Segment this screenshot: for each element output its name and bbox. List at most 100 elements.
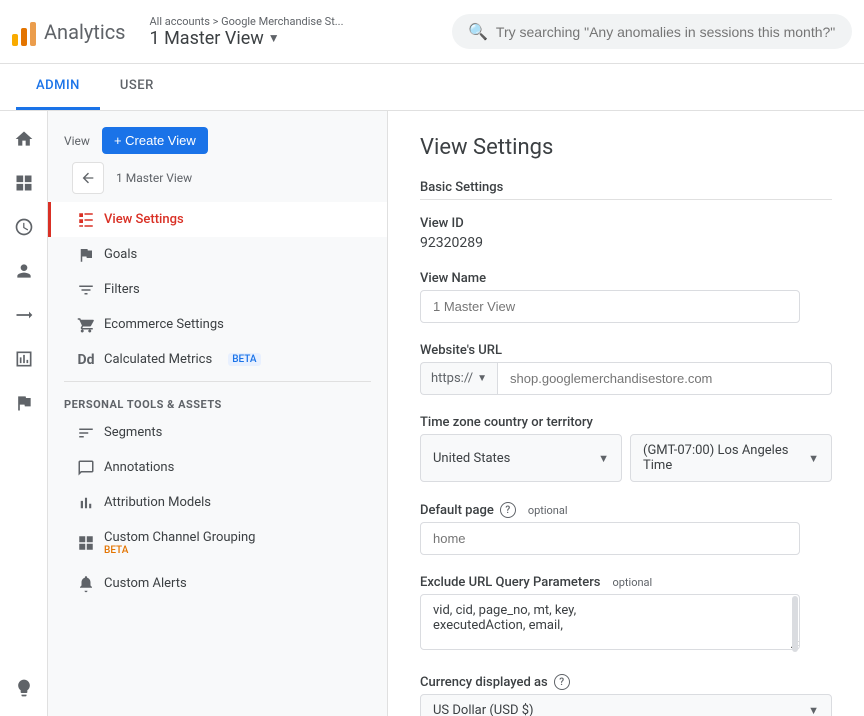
sidebar-icon-home[interactable] (4, 119, 44, 159)
exclude-url-wrapper: vid, cid, page_no, mt, key, executedActi… (420, 594, 800, 654)
account-view-label: 1 Master View (150, 28, 264, 49)
nav-item-view-settings[interactable]: View Settings (48, 202, 387, 237)
default-page-label: Default page ? optional (420, 502, 832, 518)
custom-alerts-icon (76, 574, 96, 594)
logo-bar-1 (12, 34, 18, 46)
nav-item-custom-alerts[interactable]: Custom Alerts (48, 566, 387, 601)
tab-admin[interactable]: ADMIN (16, 64, 100, 110)
nav-item-calculated-metrics[interactable]: Dd Calculated Metrics BETA (48, 342, 387, 377)
goals-icon (76, 245, 96, 265)
timezone-tz-dropdown-icon: ▼ (808, 452, 819, 465)
url-main-input[interactable] (497, 362, 832, 395)
logo-bar-3 (30, 22, 36, 46)
timezone-group: Time zone country or territory United St… (420, 415, 832, 482)
custom-alerts-label: Custom Alerts (104, 576, 187, 591)
sidebar-icon-behavior[interactable] (4, 339, 44, 379)
search-input[interactable] (496, 24, 836, 40)
sidebar-icon-dashboard[interactable] (4, 163, 44, 203)
default-page-input[interactable] (420, 522, 800, 555)
ecommerce-icon (76, 315, 96, 335)
view-id-group: View ID 92320289 (420, 216, 832, 251)
search-icon: 🔍 (468, 22, 488, 41)
search-bar[interactable]: 🔍 (452, 14, 852, 49)
url-prefix[interactable]: https:// ▼ (420, 362, 497, 395)
right-panel: View Settings Basic Settings View ID 923… (388, 111, 864, 716)
segments-icon (76, 423, 96, 443)
exclude-url-optional: optional (612, 576, 652, 589)
middle-panel: View + Create View 1 Master View View Se… (48, 111, 388, 716)
filters-icon (76, 280, 96, 300)
segments-label: Segments (104, 425, 162, 440)
timezone-country-dropdown-icon: ▼ (598, 452, 609, 465)
nav-section: View Settings Goals Filters Ecommerce Se… (48, 202, 387, 716)
account-info: All accounts > Google Merchandise St... … (150, 15, 344, 49)
currency-label: Currency displayed as ? (420, 674, 832, 690)
timezone-country-value: United States (433, 451, 510, 466)
back-button[interactable] (72, 162, 104, 194)
logo-title: Analytics (44, 20, 126, 44)
nav-item-goals[interactable]: Goals (48, 237, 387, 272)
annotations-icon (76, 458, 96, 478)
timezone-country-select[interactable]: United States ▼ (420, 434, 622, 482)
view-name-input[interactable] (420, 290, 800, 323)
tab-user[interactable]: USER (100, 64, 174, 110)
timezone-select-group: United States ▼ (GMT-07:00) Los Angeles … (420, 434, 832, 482)
logo-bar-2 (21, 28, 27, 46)
textarea-scrollbar (792, 596, 798, 652)
personal-section-header: PERSONAL TOOLS & ASSETS (48, 386, 387, 415)
website-url-label: Website's URL (420, 343, 832, 358)
filters-label: Filters (104, 282, 140, 297)
sidebar-icon-bulb[interactable] (4, 668, 44, 708)
default-page-group: Default page ? optional (420, 502, 832, 555)
channel-grouping-icon (76, 533, 96, 553)
currency-value: US Dollar (USD $) (433, 703, 534, 716)
timezone-tz-value: (GMT-07:00) Los Angeles Time (643, 443, 808, 473)
logo-icon (12, 18, 36, 46)
nav-item-segments[interactable]: Segments (48, 415, 387, 450)
sidebar-icon-realtime[interactable] (4, 207, 44, 247)
currency-group: Currency displayed as ? US Dollar (USD $… (420, 674, 832, 716)
channel-grouping-label: Custom Channel Grouping BETA (104, 530, 256, 556)
view-id-label: View ID (420, 216, 832, 231)
attribution-icon (76, 493, 96, 513)
default-page-help-icon[interactable]: ? (500, 502, 516, 518)
annotations-label: Annotations (104, 460, 174, 475)
default-page-optional: optional (528, 504, 568, 517)
goals-label: Goals (104, 247, 137, 262)
view-id-value: 92320289 (420, 235, 832, 251)
nav-item-ecommerce[interactable]: Ecommerce Settings (48, 307, 387, 342)
exclude-url-label: Exclude URL Query Parameters optional (420, 575, 832, 590)
view-settings-label: View Settings (104, 212, 184, 227)
exclude-url-textarea[interactable]: vid, cid, page_no, mt, key, executedActi… (420, 594, 800, 650)
timezone-tz-select[interactable]: (GMT-07:00) Los Angeles Time ▼ (630, 434, 832, 482)
view-name-group: View Name (420, 271, 832, 323)
nav-item-filters[interactable]: Filters (48, 272, 387, 307)
account-view-selector[interactable]: 1 Master View ▼ (150, 28, 344, 49)
basic-settings-section: Basic Settings (420, 180, 832, 200)
sidebar-icon-audience[interactable] (4, 251, 44, 291)
sidebar-icon-acquisition[interactable] (4, 295, 44, 335)
view-name-label: View Name (420, 271, 832, 286)
calculated-metrics-label: Calculated Metrics (104, 352, 212, 367)
topbar: Analytics All accounts > Google Merchand… (0, 0, 864, 64)
url-input-group: https:// ▼ (420, 362, 832, 395)
nav-item-attribution[interactable]: Attribution Models (48, 485, 387, 520)
main-content: View + Create View 1 Master View View Se… (0, 111, 864, 716)
view-name: 1 Master View (104, 171, 192, 185)
nav-divider (64, 381, 371, 382)
currency-help-icon[interactable]: ? (554, 674, 570, 690)
attribution-label: Attribution Models (104, 495, 211, 510)
create-view-button[interactable]: + Create View (102, 127, 208, 154)
timezone-label: Time zone country or territory (420, 415, 832, 430)
view-label: View (64, 134, 90, 148)
exclude-url-group: Exclude URL Query Parameters optional vi… (420, 575, 832, 654)
nav-item-annotations[interactable]: Annotations (48, 450, 387, 485)
middle-header: View + Create View (48, 111, 387, 162)
currency-select[interactable]: US Dollar (USD $) ▼ (420, 694, 832, 716)
sidebar-icon-conversions[interactable] (4, 383, 44, 423)
channel-grouping-beta: BETA (104, 545, 256, 556)
nav-item-channel-grouping[interactable]: Custom Channel Grouping BETA (48, 520, 387, 566)
account-path: All accounts > Google Merchandise St... (150, 15, 344, 28)
website-url-group: Website's URL https:// ▼ (420, 343, 832, 395)
sidebar-icons (0, 111, 48, 716)
